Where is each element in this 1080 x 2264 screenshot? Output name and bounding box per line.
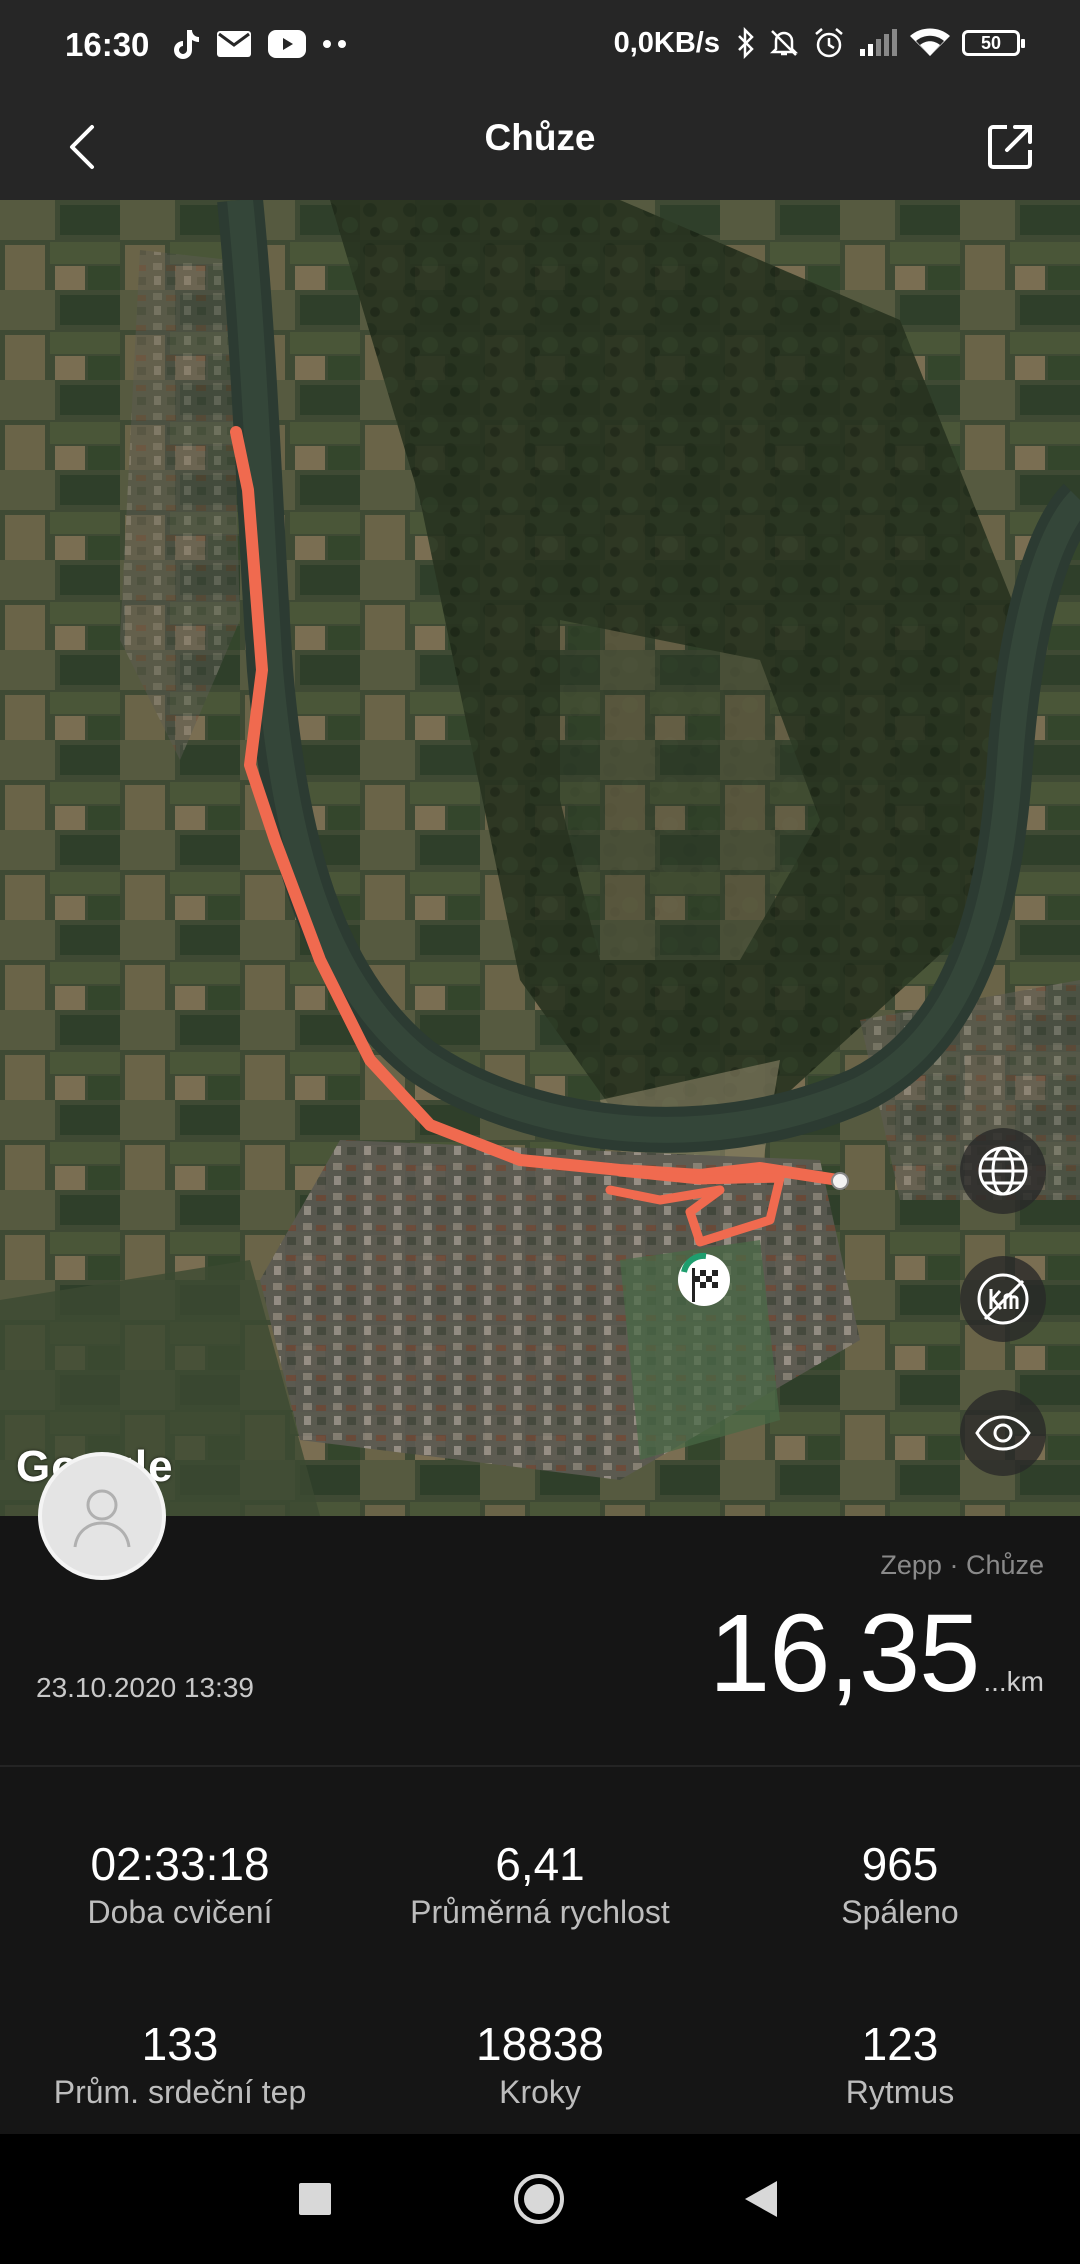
stat-value: 6,41 xyxy=(495,1838,585,1890)
app-header: Chůze xyxy=(0,95,1080,200)
system-nav-bar xyxy=(0,2134,1080,2264)
stat-label: Doba cvičení xyxy=(87,1894,273,1930)
view-mode-button[interactable] xyxy=(960,1390,1046,1476)
youtube-icon xyxy=(268,30,306,58)
stat-calories: 965 Spáleno xyxy=(720,1838,1080,1932)
route-map[interactable]: Google xyxy=(0,200,1080,1516)
avatar[interactable] xyxy=(38,1452,166,1580)
mail-icon xyxy=(217,31,251,57)
finish-flag-icon xyxy=(678,1252,730,1306)
km-markers-toggle[interactable] xyxy=(960,1256,1046,1342)
square-icon xyxy=(299,2183,331,2215)
stat-value: 18838 xyxy=(476,2018,604,2070)
triangle-back-icon xyxy=(745,2181,777,2217)
signal-icon xyxy=(860,29,897,56)
distance-display: 16,35 ...km xyxy=(709,1590,1044,1717)
satellite-map xyxy=(0,200,1080,1516)
workout-source: Zepp · Chůze xyxy=(880,1550,1044,1580)
stat-cadence: 123 Rytmus xyxy=(720,2018,1080,2112)
eye-icon xyxy=(975,1415,1031,1451)
stat-value: 133 xyxy=(141,2018,219,2070)
status-time: 16:30 xyxy=(65,26,150,63)
share-button[interactable] xyxy=(976,113,1044,181)
stat-label: Průměrná rychlost xyxy=(410,1894,670,1930)
mute-icon xyxy=(769,30,799,56)
map-type-button[interactable] xyxy=(960,1128,1046,1214)
globe-icon xyxy=(978,1146,1028,1196)
stat-value: 02:33:18 xyxy=(90,1838,270,1890)
more-dots-icon xyxy=(323,40,346,48)
notification-icons xyxy=(170,28,348,60)
share-icon xyxy=(988,125,1032,169)
battery-indicator: 50 xyxy=(962,30,1025,56)
stat-value: 123 xyxy=(861,2018,939,2070)
battery-level: 50 xyxy=(980,32,1002,53)
status-bar: 16:30 0,0KB/s 50 xyxy=(0,0,1080,95)
stat-avg-speed: 6,41 Průměrná rychlost xyxy=(360,1838,720,1932)
home-button[interactable] xyxy=(504,2164,574,2234)
back-nav-button[interactable] xyxy=(726,2164,796,2234)
alarm-icon xyxy=(815,28,843,58)
stat-label: Prům. srdeční tep xyxy=(53,2074,307,2110)
wifi-icon xyxy=(910,28,950,56)
stat-duration: 02:33:18 Doba cvičení xyxy=(0,1838,360,1932)
stat-heart-rate: 133 Prům. srdeční tep xyxy=(0,2018,360,2112)
system-icons: 0,0KB/s 50 xyxy=(613,26,1025,60)
recents-button[interactable] xyxy=(280,2164,350,2234)
home-circle-icon xyxy=(514,2174,564,2224)
divider xyxy=(0,1765,1080,1767)
workout-datetime: 23.10.2020 13:39 xyxy=(36,1672,254,1703)
stat-label: Spáleno xyxy=(841,1894,959,1930)
user-icon xyxy=(73,1489,131,1548)
stat-label: Rytmus xyxy=(845,2074,955,2110)
bluetooth-icon xyxy=(738,27,754,59)
km-off-icon xyxy=(977,1273,1029,1325)
tiktok-icon xyxy=(174,30,199,59)
network-speed: 0,0KB/s xyxy=(613,26,720,59)
stat-steps: 18838 Kroky xyxy=(360,2018,720,2112)
workout-detail-screen: 16:30 0,0KB/s 50 Chůze Zepp · Chůze 16,3… xyxy=(0,0,1080,2264)
stat-label: Kroky xyxy=(499,2074,581,2110)
stat-value: 965 xyxy=(861,1838,939,1890)
distance-value: 16,35 xyxy=(709,1592,980,1715)
distance-unit: ...km xyxy=(983,1666,1044,1697)
page-title: Chůze xyxy=(484,117,596,158)
route-end-dot xyxy=(831,1172,849,1190)
